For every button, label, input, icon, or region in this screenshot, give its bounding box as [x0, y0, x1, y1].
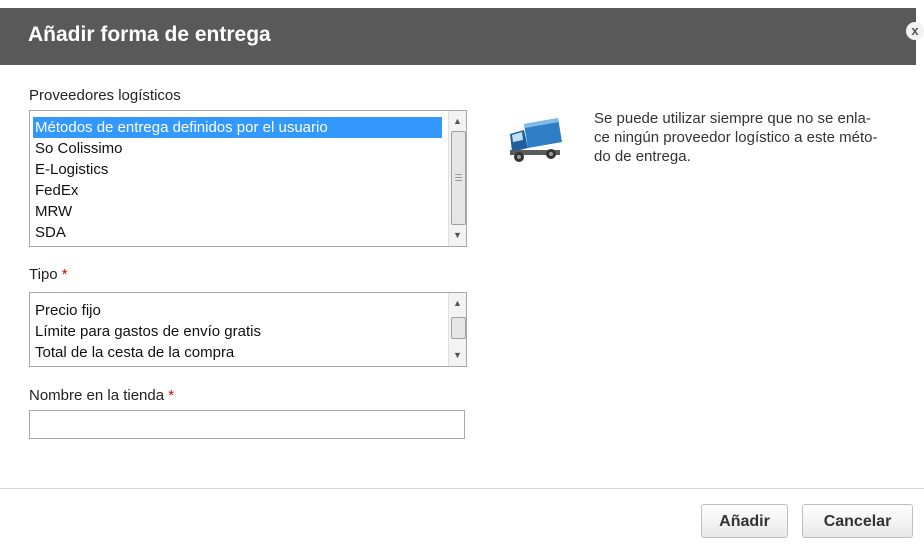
- tipo-label: Tipo *: [29, 266, 68, 283]
- store-name-label: Nombre en la tienda *: [29, 387, 175, 404]
- description-line: ce ningún proveedor logístico a este mét…: [594, 129, 878, 146]
- scroll-thumb[interactable]: [451, 131, 466, 225]
- close-icon[interactable]: x: [906, 22, 924, 40]
- tipo-scrollbar[interactable]: ▲ ▼: [448, 293, 466, 366]
- add-button[interactable]: Añadir: [701, 504, 788, 538]
- provider-option[interactable]: FedEx: [30, 180, 448, 201]
- provider-option[interactable]: Métodos de entrega definidos por el usua…: [33, 117, 442, 138]
- tipo-option[interactable]: Precio fijo: [30, 300, 448, 321]
- scroll-thumb[interactable]: [451, 317, 466, 339]
- provider-option[interactable]: E-Logistics: [30, 159, 448, 180]
- tipo-listbox[interactable]: Precio fijo Límite para gastos de envío …: [29, 292, 467, 367]
- tipo-option[interactable]: Límite para gastos de envío gratis: [30, 321, 448, 342]
- dialog-title-bar: Añadir forma de entrega: [0, 8, 916, 65]
- scroll-up-icon[interactable]: ▲: [449, 113, 466, 130]
- dialog-title: Añadir forma de entrega: [28, 23, 271, 46]
- providers-listbox[interactable]: Métodos de entrega definidos por el usua…: [29, 110, 467, 247]
- provider-description: Se puede utilizar siempre que no se enla…: [594, 109, 899, 166]
- scroll-down-icon[interactable]: ▼: [449, 347, 466, 364]
- scroll-up-icon[interactable]: ▲: [449, 295, 466, 312]
- description-line: do de entrega.: [594, 148, 691, 165]
- scroll-down-icon[interactable]: ▼: [449, 227, 466, 244]
- required-mark: *: [168, 387, 175, 404]
- required-mark: *: [61, 266, 68, 283]
- description-line: Se puede utilizar siempre que no se enla…: [594, 110, 871, 127]
- provider-option[interactable]: So Colissimo: [30, 138, 448, 159]
- tipo-option[interactable]: Total de la cesta de la compra: [30, 342, 448, 363]
- cancel-button[interactable]: Cancelar: [802, 504, 913, 538]
- footer-divider: [0, 488, 924, 489]
- delivery-truck-icon: [510, 118, 562, 162]
- store-name-input[interactable]: [29, 410, 465, 439]
- providers-label: Proveedores logísticos: [29, 87, 181, 104]
- provider-option[interactable]: SDA: [30, 222, 448, 243]
- provider-option[interactable]: MRW: [30, 201, 448, 222]
- providers-scrollbar[interactable]: ▲ ▼: [448, 111, 466, 246]
